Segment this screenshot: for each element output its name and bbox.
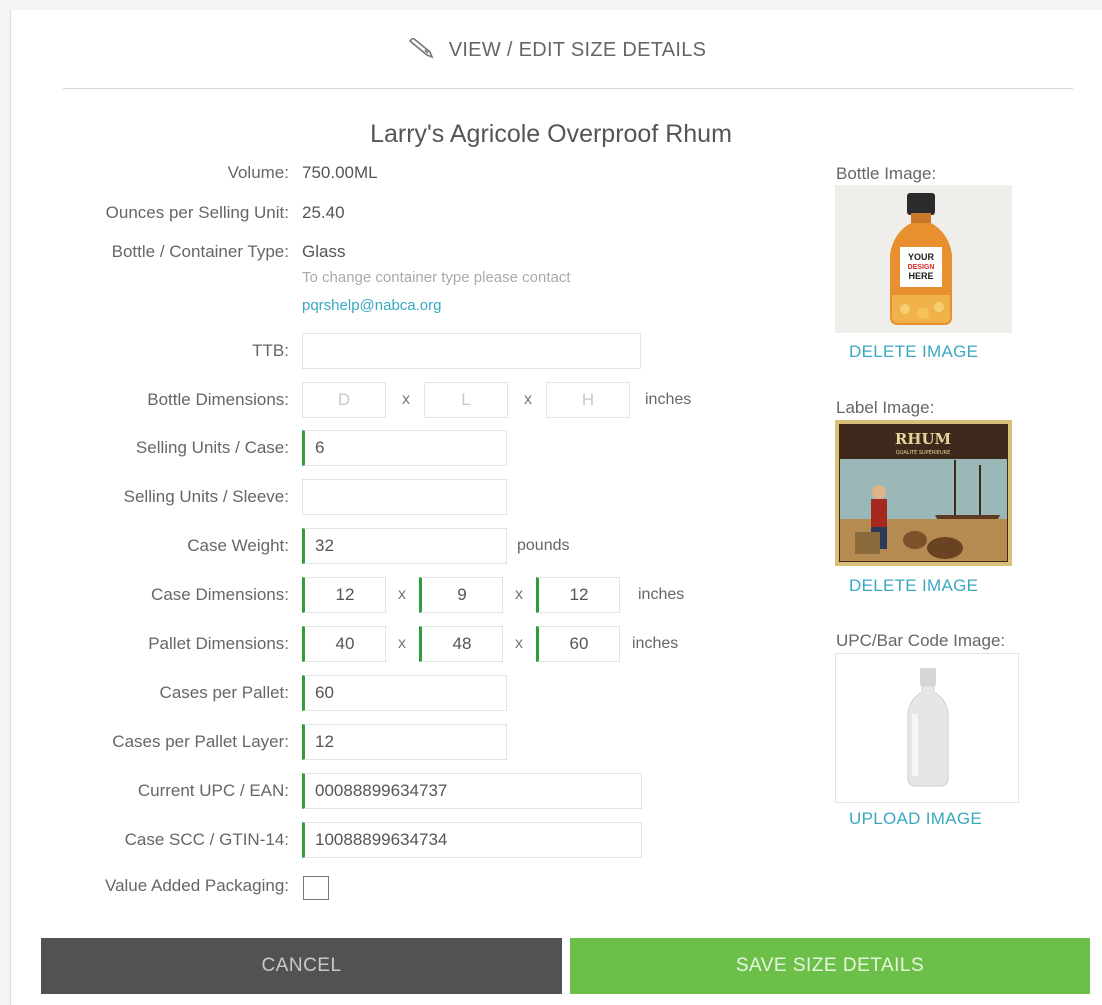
bottle-depth-placeholder: D — [337, 390, 351, 409]
bottle-depth-input[interactable]: D — [302, 382, 386, 418]
dimension-separator: x — [398, 586, 406, 603]
volume-value: 750.00ML — [302, 163, 378, 182]
volume-label: Volume: — [227, 163, 289, 182]
label-image: RHUM QUALITÉ SUPÉRIEURE — [835, 420, 1012, 566]
dimension-separator: x — [402, 391, 410, 408]
case-depth-input[interactable]: 12 — [302, 577, 386, 613]
pencil-icon — [407, 36, 435, 66]
dimension-separator: x — [524, 391, 532, 408]
case-weight-label: Case Weight: — [187, 536, 289, 555]
upc-image-label: UPC/Bar Code Image: — [836, 631, 1006, 650]
container-value: Glass — [302, 242, 346, 261]
pallet-length-input[interactable]: 48 — [419, 626, 503, 662]
case-weight-input[interactable]: 32 — [302, 528, 507, 564]
bottle-design-text-3: HERE — [908, 271, 933, 281]
bottle-design-text-1: YOUR — [908, 252, 935, 262]
bottle-height-input[interactable]: H — [546, 382, 630, 418]
delete-label-image-button[interactable]: DELETE IMAGE — [849, 576, 978, 596]
container-note: To change container type please contact — [302, 269, 571, 286]
selling-units-sleeve-label: Selling Units / Sleeve: — [123, 487, 289, 506]
scc-label: Case SCC / GTIN-14: — [124, 830, 289, 849]
label-text-rhum: RHUM — [895, 430, 951, 448]
upload-upc-image-button[interactable]: UPLOAD IMAGE — [849, 809, 982, 829]
modal-title: VIEW / EDIT SIZE DETAILS — [448, 39, 707, 61]
bottle-design-text-2: DESIGN — [908, 264, 935, 271]
modal-header: VIEW / EDIT SIZE DETAILS — [11, 36, 1102, 66]
cases-per-pallet-input[interactable]: 60 — [302, 675, 507, 711]
pallet-height-input[interactable]: 60 — [536, 626, 620, 662]
case-length-input[interactable]: 9 — [419, 577, 503, 613]
dimension-separator: x — [515, 635, 523, 652]
case-weight-unit: pounds — [517, 537, 570, 554]
upc-input[interactable]: 00088899634737 — [302, 773, 642, 809]
support-email-link[interactable]: pqrshelp@nabca.org — [302, 297, 441, 314]
pallet-dimensions-label: Pallet Dimensions: — [148, 634, 289, 653]
bottle-height-placeholder: H — [581, 390, 595, 409]
value-added-checkbox[interactable] — [303, 876, 329, 900]
container-label: Bottle / Container Type: — [111, 242, 289, 261]
bottle-length-input[interactable]: L — [424, 382, 508, 418]
header-divider — [63, 88, 1073, 89]
selling-units-sleeve-input[interactable] — [302, 479, 507, 515]
case-dimensions-unit: inches — [638, 586, 685, 603]
cases-per-pallet-label: Cases per Pallet: — [159, 683, 289, 702]
upc-label: Current UPC / EAN: — [137, 781, 289, 800]
size-details-modal: VIEW / EDIT SIZE DETAILS Larry's Agricol… — [10, 10, 1102, 1005]
cancel-button[interactable]: CANCEL — [41, 938, 562, 994]
product-title: Larry's Agricole Overproof Rhum — [370, 120, 732, 148]
bottle-image: YOUR DESIGN HERE — [835, 185, 1012, 333]
dimension-separator: x — [515, 586, 523, 603]
label-text-subtitle: QUALITÉ SUPÉRIEURE — [896, 448, 951, 456]
case-height-input[interactable]: 12 — [536, 577, 620, 613]
bottle-dimensions-unit: inches — [645, 391, 692, 408]
label-image-label: Label Image: — [836, 398, 935, 417]
cases-per-pallet-layer-label: Cases per Pallet Layer: — [112, 732, 289, 751]
bottle-image-label: Bottle Image: — [836, 164, 937, 183]
pallet-dimensions-unit: inches — [632, 635, 679, 652]
scc-input[interactable]: 10088899634734 — [302, 822, 642, 858]
value-added-label: Value Added Packaging: — [105, 876, 289, 895]
selling-units-case-input[interactable]: 6 — [302, 430, 507, 466]
save-size-details-button[interactable]: SAVE SIZE DETAILS — [570, 938, 1090, 994]
delete-bottle-image-button[interactable]: DELETE IMAGE — [849, 342, 978, 362]
ounces-label: Ounces per Selling Unit: — [105, 203, 289, 222]
bottle-dimensions-label: Bottle Dimensions: — [147, 390, 289, 409]
cases-per-pallet-layer-input[interactable]: 12 — [302, 724, 507, 760]
case-dimensions-label: Case Dimensions: — [151, 585, 289, 604]
ounces-value: 25.40 — [302, 203, 345, 222]
pallet-depth-input[interactable]: 40 — [302, 626, 386, 662]
ttb-label: TTB: — [252, 341, 289, 360]
ttb-input[interactable] — [302, 333, 641, 369]
upc-image — [835, 653, 1019, 803]
bottle-length-placeholder: L — [461, 390, 471, 409]
dimension-separator: x — [398, 635, 406, 652]
selling-units-case-label: Selling Units / Case: — [135, 438, 289, 457]
